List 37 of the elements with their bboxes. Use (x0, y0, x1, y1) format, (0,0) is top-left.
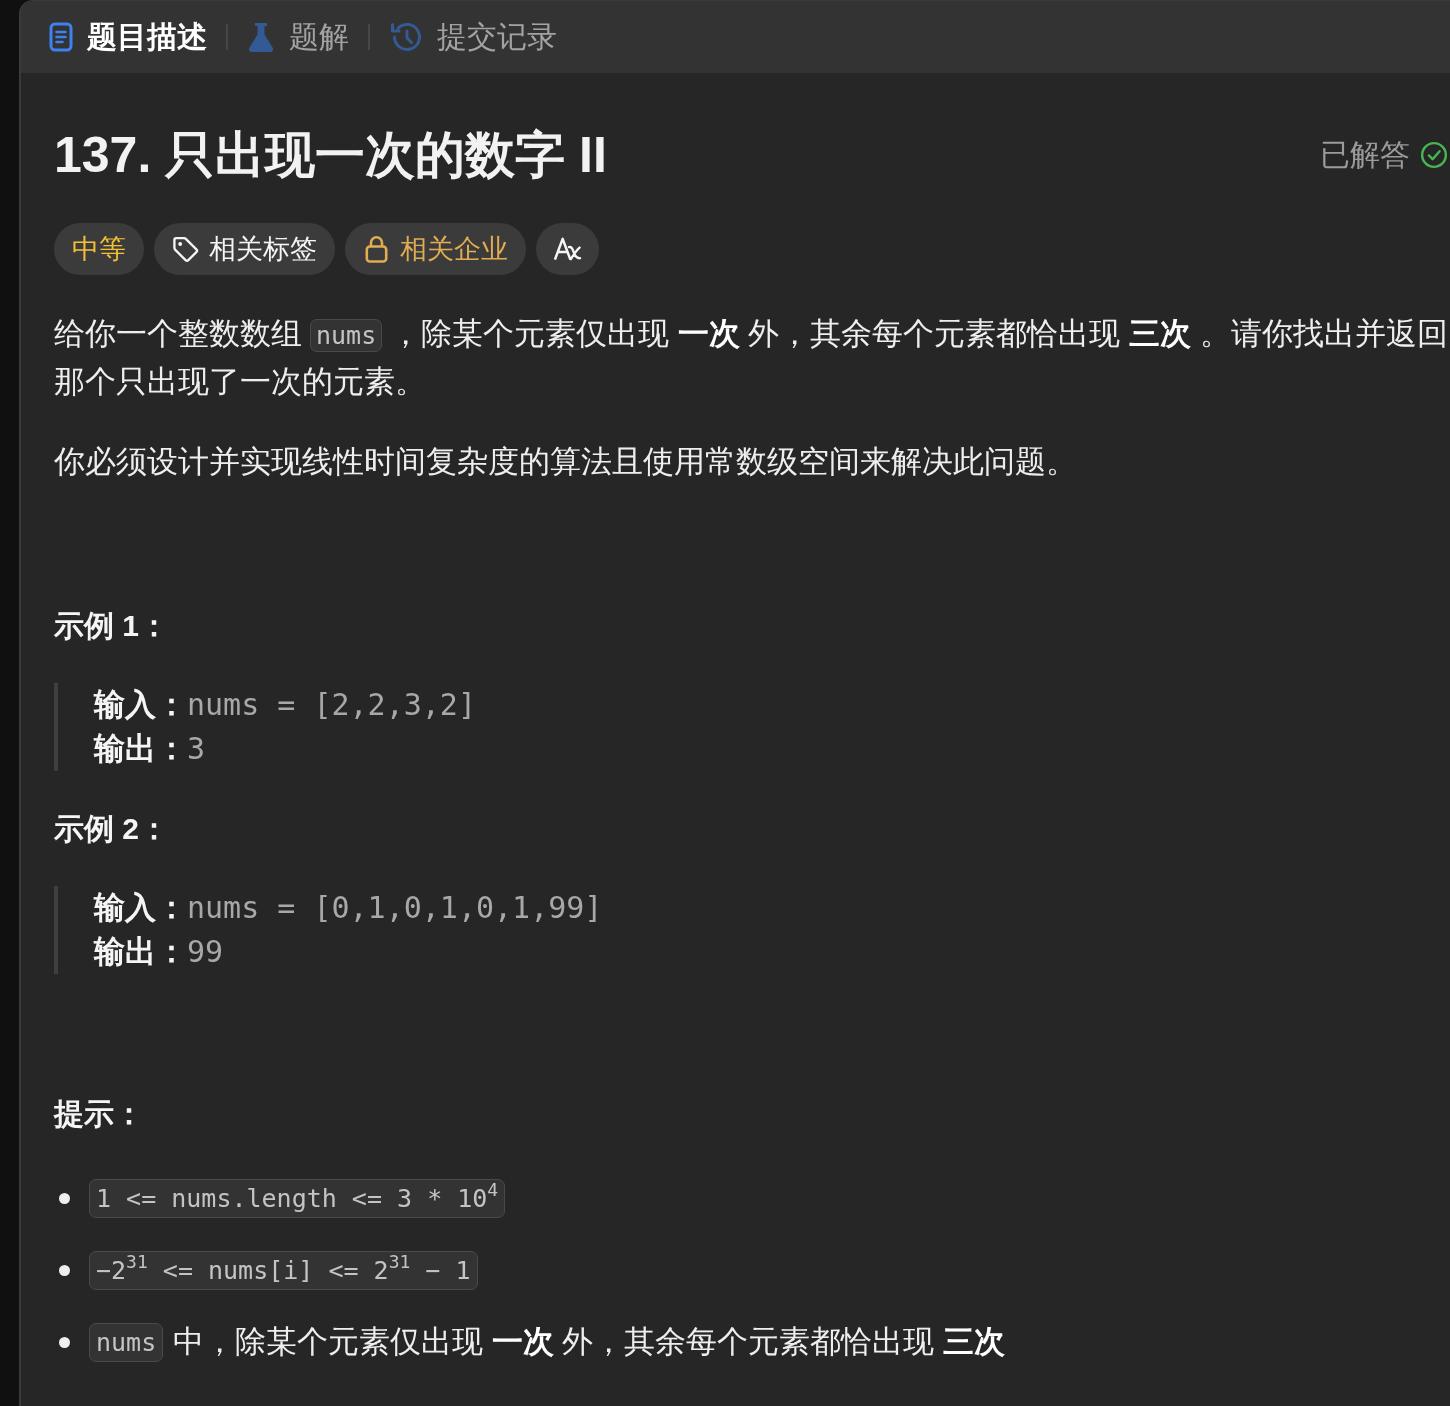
constraint-text: nums 中，除某个元素仅出现 一次 外，其余每个元素都恰出现 三次 (89, 1321, 1006, 1363)
tab[interactable]: 题解 (247, 16, 349, 58)
problem-title: 137. 只出现一次的数字 II (54, 126, 607, 185)
example-label: 输入： (94, 686, 187, 724)
translate-icon (553, 236, 582, 262)
topics-tag-button[interactable]: 相关标签 (154, 223, 335, 275)
inline-code: −2$^{31}$ <= nums[i] <= 2$^{31}$ − 1 (89, 1250, 478, 1290)
check-circle-icon (1420, 141, 1448, 169)
example-value: 3 (187, 730, 206, 768)
example-heading: 示例 2： (54, 811, 170, 847)
example-value: nums = [0,1,0,1,0,1,99] (187, 889, 603, 927)
lock-icon (363, 235, 390, 263)
example-label: 输入： (94, 889, 187, 927)
inline-code: 1 <= nums.length <= 3 * 10$^{4}$ (89, 1178, 506, 1218)
example-label: 输出： (94, 933, 187, 971)
history-icon (389, 21, 423, 53)
inline-code: nums (310, 319, 383, 352)
example-label: 输出： (94, 730, 187, 768)
tab[interactable]: 提交记录 (389, 16, 557, 58)
difficulty-tag[interactable]: 中等 (54, 223, 144, 275)
bullet-icon (59, 1336, 70, 1348)
document-icon (49, 22, 73, 52)
description-text: 你必须设计并实现线性时间复杂度的算法且使用常数级空间来解决此问题。 (54, 443, 1077, 481)
bullet-icon (59, 1264, 70, 1276)
example-value: nums = [2,2,3,2] (187, 686, 476, 724)
example-heading: 示例 1： (54, 608, 170, 644)
companies-tag-button[interactable]: 相关企业 (345, 223, 526, 275)
flask-icon (247, 22, 275, 52)
tab[interactable]: 题目描述 (49, 16, 207, 58)
inline-code: nums (89, 1322, 164, 1362)
translate-button[interactable] (536, 223, 599, 275)
bullet-icon (59, 1192, 70, 1204)
description-text: 给你一个整数数组 nums ，除某个元素仅出现 一次 外，其余每个元素都恰出现 三次 。请你找出并返回那个只出现了一次的元素。 (54, 315, 1449, 401)
constraints-heading: 提示： (54, 1096, 144, 1132)
solved-status: 已解答 (1320, 136, 1410, 173)
example-value: 99 (187, 933, 224, 971)
tag-icon (172, 235, 199, 263)
